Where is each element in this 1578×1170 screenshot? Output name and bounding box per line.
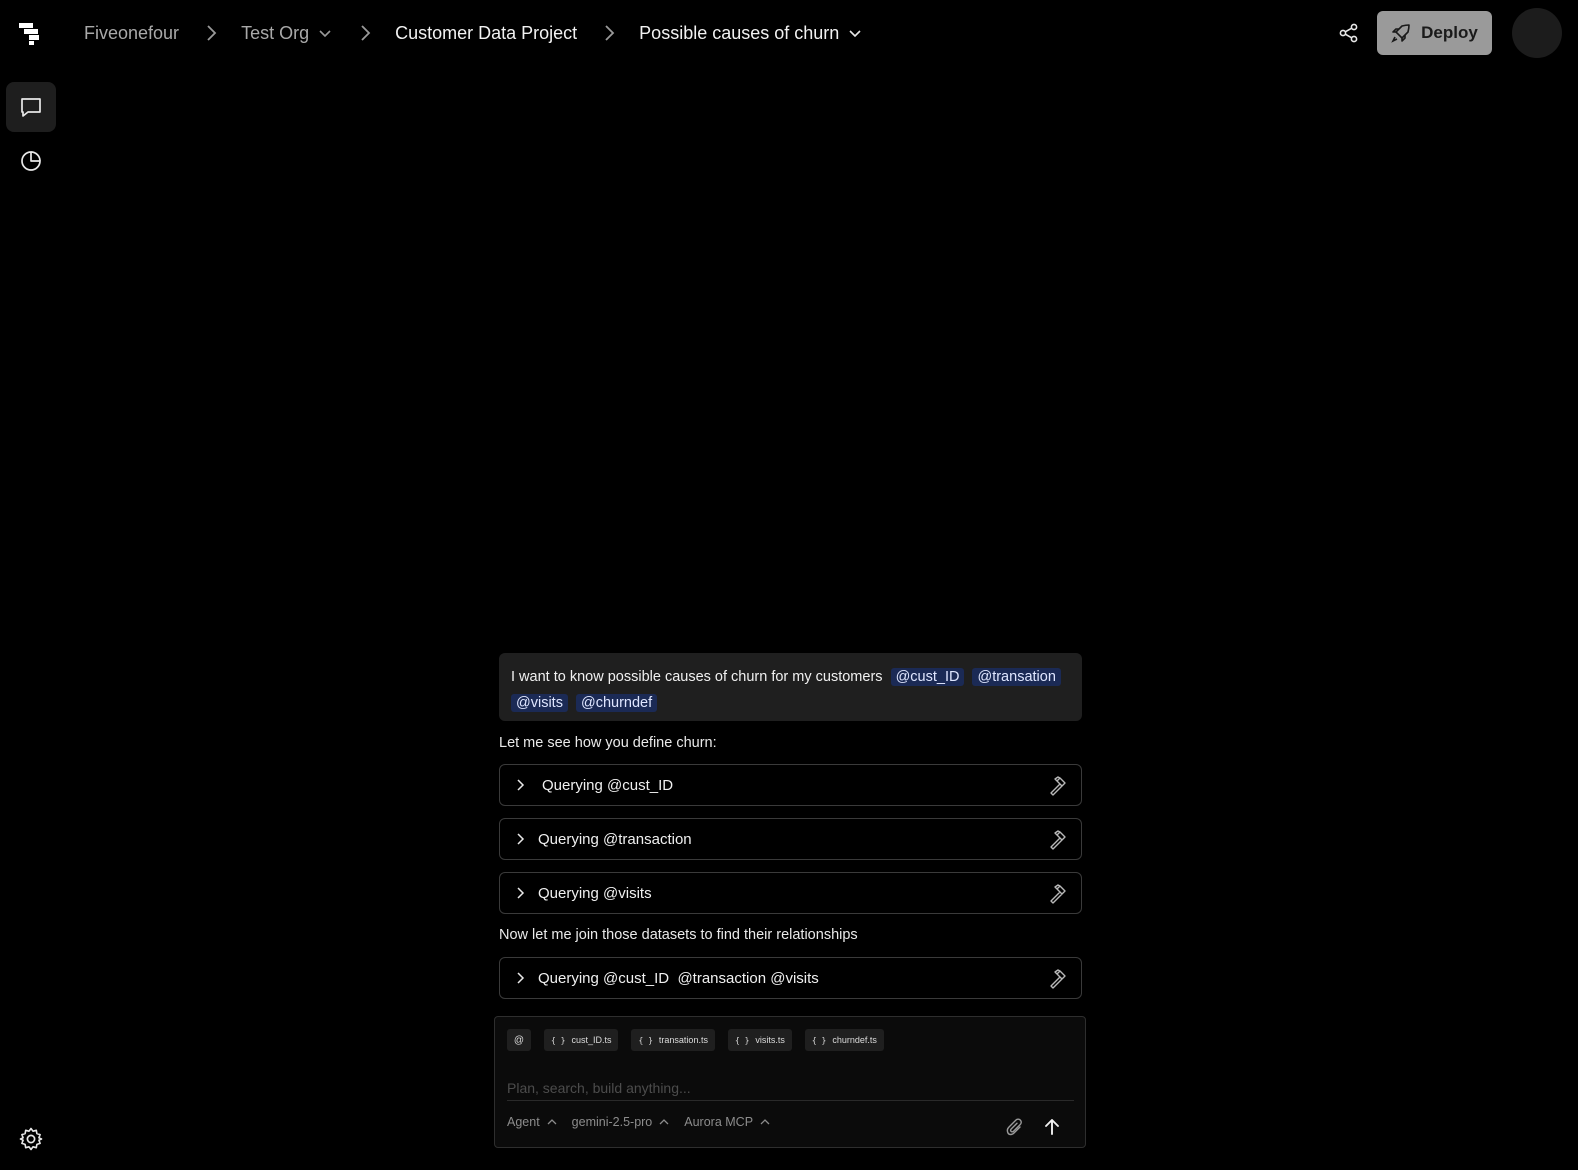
chevron-right-icon bbox=[355, 23, 375, 43]
assistant-message: Now let me join those datasets to find t… bbox=[499, 927, 858, 943]
chevron-right-icon bbox=[599, 23, 619, 43]
avatar[interactable] bbox=[1512, 8, 1562, 58]
chevron-right-icon bbox=[512, 777, 528, 793]
code-braces-icon: { } bbox=[811, 1035, 827, 1045]
mention-button[interactable]: @ bbox=[507, 1029, 531, 1051]
sidebar-item-chat[interactable] bbox=[6, 82, 56, 132]
tool-call-row[interactable]: Querying @cust_ID @transaction @visits bbox=[499, 957, 1082, 999]
deploy-label: Deploy bbox=[1421, 23, 1478, 42]
mcp-select[interactable]: Aurora MCP bbox=[684, 1115, 771, 1129]
gear-icon[interactable] bbox=[18, 1126, 44, 1152]
hammer-icon bbox=[1050, 884, 1066, 904]
tool-call-row[interactable]: Querying @cust_ID bbox=[499, 764, 1082, 806]
share-icon[interactable] bbox=[1338, 22, 1360, 44]
context-file-chip[interactable]: { } visits.ts bbox=[727, 1029, 792, 1051]
arrow-up-icon[interactable] bbox=[1041, 1116, 1063, 1138]
chevron-up-icon bbox=[547, 1119, 557, 1125]
code-braces-icon: { } bbox=[734, 1035, 750, 1045]
breadcrumb-root[interactable]: Fiveonefour bbox=[84, 23, 179, 44]
chevron-right-icon bbox=[512, 885, 528, 901]
tool-call-label: Querying @cust_ID bbox=[542, 776, 674, 794]
breadcrumb-thread: Possible causes of churn bbox=[639, 22, 840, 43]
composer: @ { } cust_ID.ts { } transation.ts { } v… bbox=[494, 1016, 1086, 1148]
model-select[interactable]: gemini-2.5-pro bbox=[572, 1115, 671, 1129]
chevron-right-icon bbox=[512, 970, 528, 986]
code-braces-icon: { } bbox=[551, 1035, 566, 1045]
chevron-up-icon bbox=[760, 1119, 770, 1125]
mention-tag[interactable]: @visits bbox=[511, 694, 568, 712]
chevron-right-icon bbox=[512, 831, 528, 847]
mcp-label: Aurora MCP bbox=[684, 1115, 754, 1129]
hammer-icon bbox=[1050, 969, 1066, 989]
context-chips: @ { } cust_ID.ts { } transation.ts { } v… bbox=[507, 1029, 884, 1051]
breadcrumb: Fiveonefour Test Org Customer Data Proje… bbox=[84, 18, 863, 48]
top-bar: Fiveonefour Test Org Customer Data Proje… bbox=[0, 0, 1578, 66]
fiveonefour-logo-icon[interactable] bbox=[17, 20, 43, 46]
assistant-message: Let me see how you define churn: bbox=[499, 735, 717, 751]
mode-select[interactable]: Agent bbox=[507, 1115, 558, 1129]
user-message-line2: @visits @churndef bbox=[511, 690, 1070, 716]
breadcrumb-org-dropdown[interactable]: Test Org bbox=[241, 23, 333, 44]
tool-call-row[interactable]: Querying @visits bbox=[499, 872, 1082, 914]
mode-label: Agent bbox=[507, 1115, 540, 1129]
mention-tag[interactable]: @churndef bbox=[575, 694, 658, 712]
user-message: I want to know possible causes of churn … bbox=[499, 653, 1082, 721]
context-file-name: visits.ts bbox=[755, 1035, 785, 1045]
chevron-up-icon bbox=[659, 1119, 669, 1125]
tool-call-label: Querying @cust_ID @transaction @visits bbox=[538, 969, 819, 987]
mention-tag[interactable]: @transation bbox=[972, 668, 1061, 686]
context-file-chip[interactable]: { } churndef.ts bbox=[804, 1029, 884, 1051]
context-file-name: transation.ts bbox=[658, 1035, 708, 1045]
rocket-icon bbox=[1391, 24, 1410, 43]
prompt-input[interactable] bbox=[507, 1075, 1074, 1101]
mention-tag[interactable]: @cust_ID bbox=[890, 668, 965, 686]
model-label: gemini-2.5-pro bbox=[571, 1115, 653, 1129]
tool-call-row[interactable]: Querying @transaction bbox=[499, 818, 1082, 860]
hammer-icon bbox=[1050, 830, 1066, 850]
breadcrumb-thread-dropdown[interactable]: Possible causes of churn bbox=[639, 23, 863, 44]
chevron-right-icon bbox=[201, 23, 221, 43]
hammer-icon bbox=[1050, 776, 1066, 796]
breadcrumb-project[interactable]: Customer Data Project bbox=[395, 23, 577, 44]
deploy-button[interactable]: Deploy bbox=[1377, 11, 1492, 55]
breadcrumb-org: Test Org bbox=[241, 22, 310, 43]
composer-selectors: Agent gemini-2.5-pro Aurora MCP bbox=[507, 1115, 771, 1129]
pie-chart-icon bbox=[21, 151, 41, 171]
chevron-down-icon bbox=[847, 25, 863, 41]
sidebar-item-reports[interactable] bbox=[6, 136, 56, 186]
chevron-down-icon bbox=[317, 25, 333, 41]
context-file-chip[interactable]: { } cust_ID.ts bbox=[544, 1029, 619, 1051]
chat-icon bbox=[21, 98, 41, 117]
context-file-name: cust_ID.ts bbox=[571, 1035, 612, 1045]
paperclip-icon[interactable] bbox=[1005, 1118, 1025, 1138]
context-file-name: churndef.ts bbox=[832, 1035, 877, 1045]
tool-call-label: Querying @visits bbox=[538, 884, 652, 902]
context-file-chip[interactable]: { } transation.ts bbox=[631, 1029, 715, 1051]
user-message-text: I want to know possible causes of churn … bbox=[511, 669, 883, 685]
code-braces-icon: { } bbox=[638, 1035, 653, 1045]
tool-call-label: Querying @transaction bbox=[538, 830, 692, 848]
